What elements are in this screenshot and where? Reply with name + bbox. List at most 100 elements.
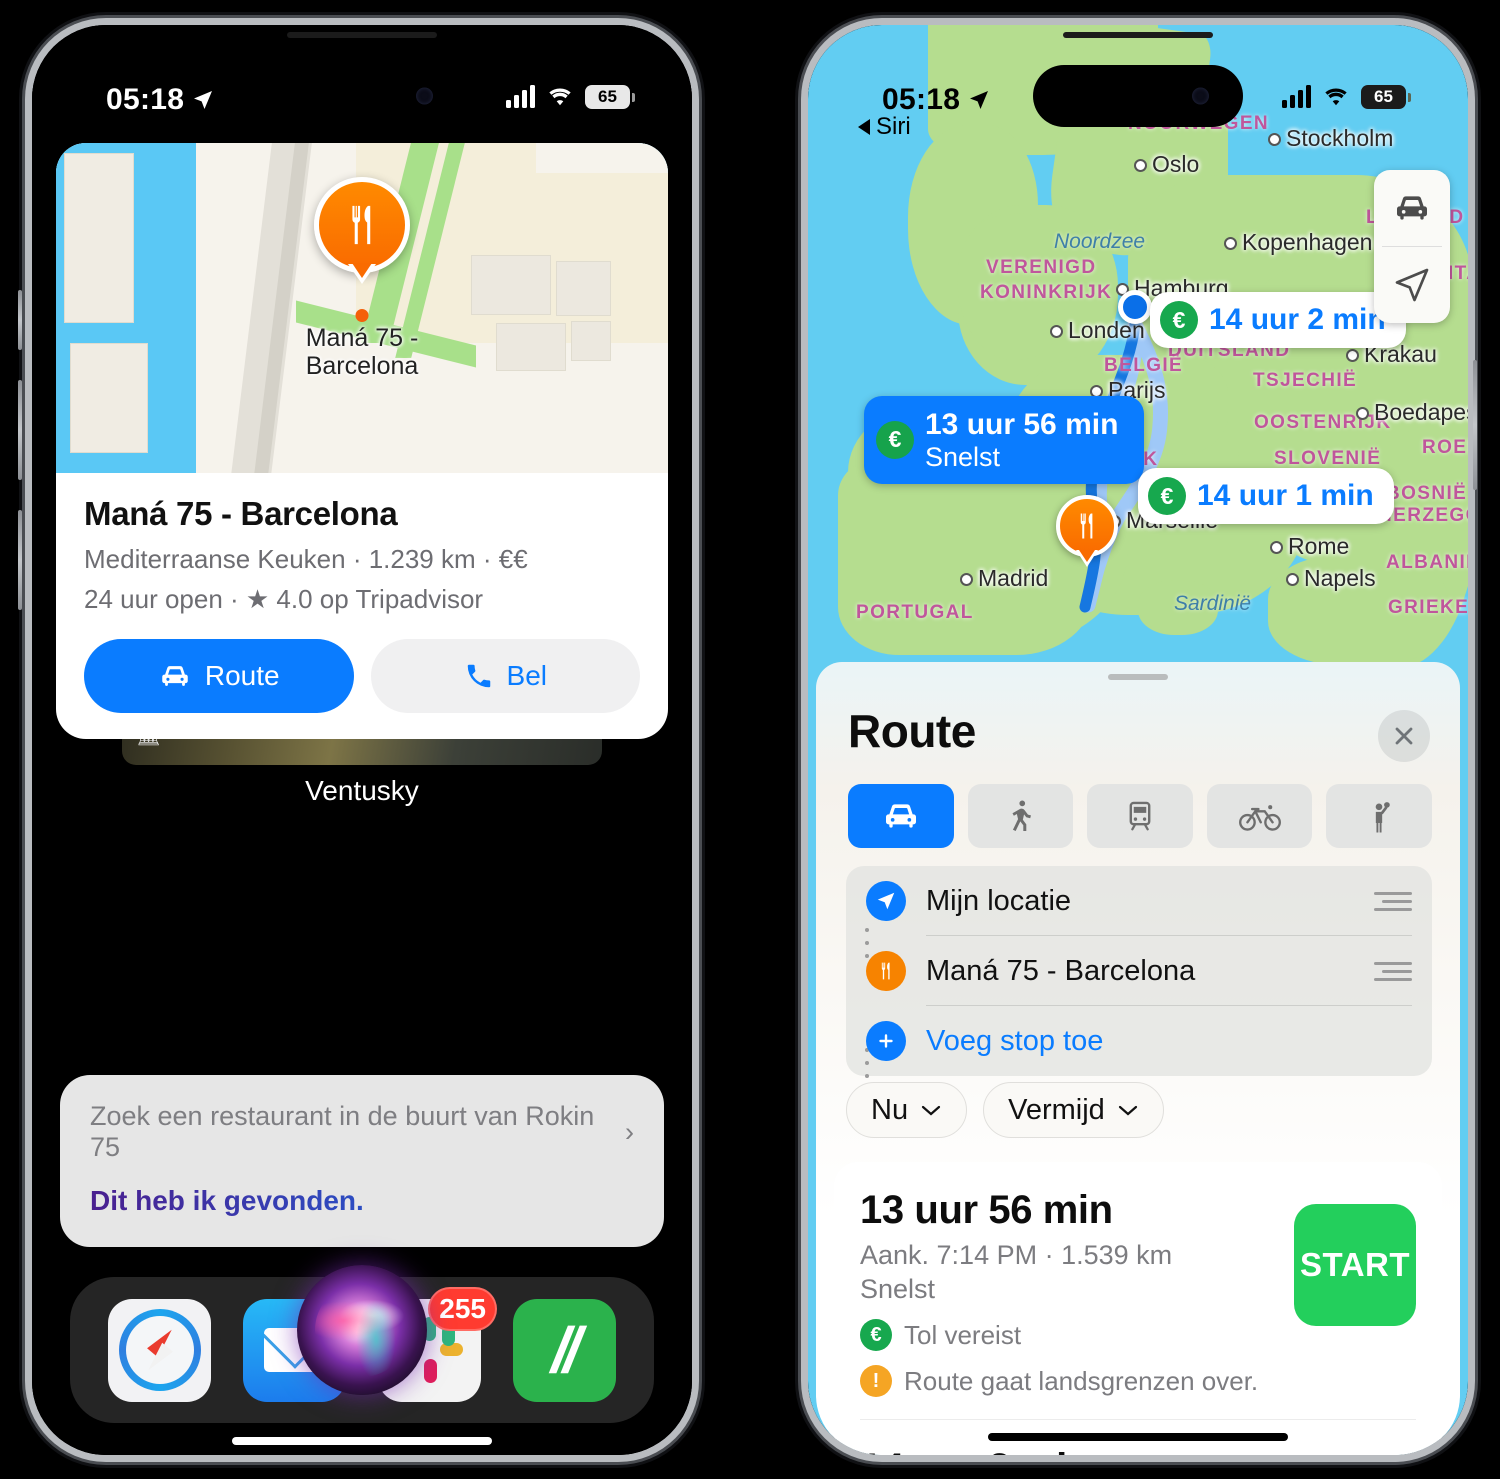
euro-toll-icon: €	[876, 420, 914, 459]
left-screen: Maná 75 - Barcelona Maná 75 - Barcelona …	[32, 25, 692, 1455]
chevron-down-icon	[1118, 1105, 1137, 1116]
reorder-handle[interactable]	[1374, 891, 1412, 911]
dynamic-island	[1033, 65, 1243, 127]
route-button[interactable]: Route	[84, 639, 354, 713]
restaurant-fork-knife-icon	[1080, 513, 1093, 539]
route-callout[interactable]: € 14 uur 2 min	[1150, 292, 1406, 348]
back-to-siri-button[interactable]: Siri	[856, 113, 911, 141]
status-time: 05:18	[106, 83, 215, 117]
map-controls	[1374, 170, 1450, 323]
close-button[interactable]	[1378, 710, 1430, 762]
start-button[interactable]: START	[1294, 1204, 1416, 1326]
pin-anchor-dot	[355, 309, 369, 322]
home-indicator[interactable]	[988, 1433, 1288, 1441]
status-indicators: 65	[1282, 85, 1411, 109]
status-indicators: 65	[506, 85, 635, 109]
mode-drive[interactable]	[848, 784, 954, 848]
origin-location-dot[interactable]	[1118, 290, 1152, 324]
stop-row-destination[interactable]: Maná 75 - Barcelona	[866, 936, 1412, 1006]
left-iphone: Maná 75 - Barcelona Maná 75 - Barcelona …	[32, 25, 692, 1455]
callout-subtitle: Snelst	[925, 441, 1001, 472]
add-stop-label: Voeg stop toe	[926, 1024, 1104, 1057]
place-title: Maná 75 - Barcelona	[84, 495, 398, 532]
siri-orb-icon[interactable]	[297, 1265, 427, 1395]
callout-time: 13 uur 56 min	[925, 408, 1119, 441]
route-note-border: ! Route gaat landsgrenzen over.	[860, 1365, 1416, 1397]
euro-toll-icon: €	[1160, 301, 1198, 339]
stop-label: Mijn locatie	[926, 884, 1072, 917]
wifi-icon	[1325, 88, 1347, 106]
dynamic-island	[257, 65, 467, 127]
restaurant-pin[interactable]	[314, 177, 410, 278]
callout-text-group: 13 uur 56 min Snelst	[925, 408, 1118, 472]
callout-time: 14 uur 1 min	[1197, 479, 1374, 513]
transit-train-icon	[1129, 801, 1151, 831]
front-camera-icon	[416, 87, 433, 105]
siri-answer-text: Dit heb ik gevonden.	[90, 1185, 634, 1217]
route-callout-selected[interactable]: € 13 uur 56 min Snelst	[864, 396, 1145, 484]
stop-label: Maná 75 - Barcelona	[926, 954, 1196, 987]
rideshare-hail-icon	[1375, 802, 1390, 833]
call-button[interactable]: Bel	[370, 639, 640, 713]
route-callout[interactable]: € 14 uur 1 min	[1138, 468, 1394, 524]
bicycle-icon	[1238, 805, 1281, 831]
chevron-down-icon	[921, 1105, 941, 1116]
volume-up-button[interactable]	[18, 290, 22, 350]
dock-app-safari[interactable]	[108, 1298, 211, 1402]
home-indicator[interactable]	[232, 1437, 492, 1445]
status-time: 05:18	[882, 83, 991, 117]
phone-icon	[467, 664, 490, 688]
locate-button[interactable]	[1374, 247, 1450, 323]
close-x-icon	[1395, 727, 1413, 745]
screenshot-stage: Maná 75 - Barcelona Maná 75 - Barcelona …	[0, 0, 1500, 1479]
warning-icon: !	[860, 1365, 892, 1397]
power-button[interactable]	[1473, 360, 1477, 490]
filter-label: Nu	[871, 1093, 909, 1126]
avoid-filter[interactable]: Vermijd	[983, 1082, 1164, 1138]
walk-icon	[1012, 800, 1032, 831]
destination-pin[interactable]	[1056, 495, 1118, 562]
drive-mode-button[interactable]	[1374, 170, 1450, 246]
current-location-arrow-icon	[866, 881, 906, 921]
mute-button[interactable]	[18, 510, 22, 610]
mode-transit[interactable]	[1087, 784, 1193, 848]
place-actions: Route Bel	[84, 639, 640, 713]
euro-toll-icon: €	[1148, 477, 1186, 515]
home-dock: 255 //	[70, 1265, 654, 1423]
battery-indicator: 65	[1361, 85, 1411, 109]
right-screen: Noordzee Sardinië NOORWEGEN VERENIGD KON…	[808, 25, 1468, 1455]
siri-response-bubble[interactable]: Zoek een restaurant in de buurt van Roki…	[60, 1075, 664, 1247]
volume-down-button[interactable]	[18, 380, 22, 480]
route-option-row[interactable]: 13 uur 56 min Aank. 7:14 PM · 1.539 km S…	[860, 1162, 1416, 1419]
stop-row-add[interactable]: Voeg stop toe	[866, 1006, 1412, 1076]
place-mini-map[interactable]: Maná 75 - Barcelona	[56, 143, 668, 473]
slack-badge: 255	[428, 1286, 497, 1331]
route-options-list[interactable]: 13 uur 56 min Aank. 7:14 PM · 1.539 km S…	[834, 1162, 1442, 1455]
mode-cycle[interactable]	[1206, 784, 1313, 848]
sheet-grabber[interactable]	[1108, 674, 1168, 680]
back-label: Siri	[876, 113, 911, 140]
filter-label: Vermijd	[1008, 1093, 1105, 1126]
euro-toll-icon: €	[860, 1319, 892, 1351]
route-button-label: Route	[204, 660, 280, 691]
siri-query-row[interactable]: Zoek een restaurant in de buurt van Roki…	[90, 1101, 634, 1163]
plus-circle-icon	[866, 1021, 906, 1061]
reorder-handle[interactable]	[1374, 961, 1412, 981]
place-subtitle: Mediterraanse Keuken · 1.239 km · €€	[84, 544, 528, 574]
wifi-icon	[549, 88, 571, 106]
place-result-card[interactable]: Maná 75 - Barcelona Maná 75 - Barcelona …	[56, 143, 668, 739]
depart-time-filter[interactable]: Nu	[846, 1082, 968, 1138]
route-stops-list: Mijn locatie Maná 75 - Barcelona Voeg st…	[846, 866, 1432, 1078]
navigation-arrow-icon	[1395, 268, 1429, 302]
chevron-right-icon: ›	[625, 1116, 634, 1147]
dock-app-feedly[interactable]: //	[513, 1298, 616, 1402]
stop-row-origin[interactable]: Mijn locatie	[866, 866, 1412, 936]
mode-ride[interactable]	[1326, 784, 1432, 848]
back-triangle-icon	[858, 119, 870, 135]
route-note-text: Route gaat landsgrenzen over.	[904, 1365, 1259, 1396]
car-icon	[162, 666, 188, 686]
restaurant-fork-knife-icon	[866, 951, 906, 991]
car-icon	[1397, 196, 1427, 220]
mode-walk[interactable]	[967, 784, 1074, 848]
restaurant-fork-knife-icon	[352, 205, 371, 245]
